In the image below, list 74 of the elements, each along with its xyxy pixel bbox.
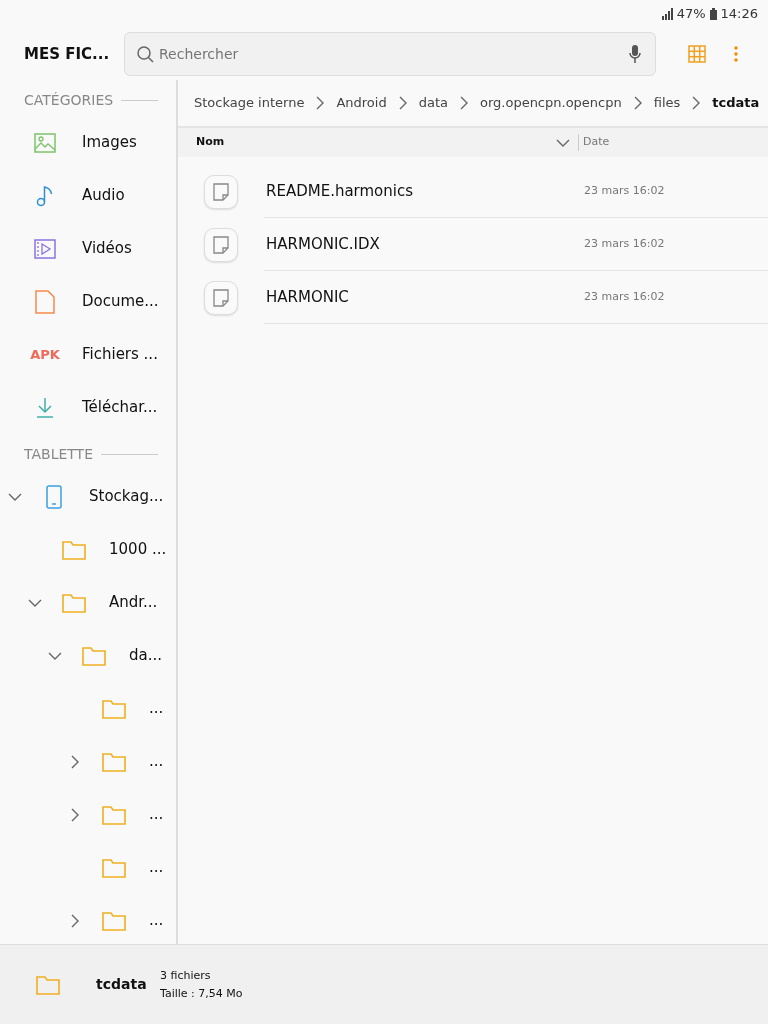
file-name: HARMONIC (265, 286, 350, 308)
more-menu-button[interactable] (734, 46, 738, 62)
file-date: 23 mars 16:02 (584, 182, 665, 199)
search-icon (136, 45, 154, 63)
chevron-right-icon (459, 96, 468, 110)
folder-icon (102, 857, 126, 878)
file-date: 23 mars 16:02 (584, 288, 665, 305)
folder-icon (36, 974, 60, 995)
image-icon (34, 132, 56, 153)
file-name: HARMONIC.IDX (265, 233, 381, 255)
file-count: 3 fichiers (160, 967, 212, 984)
battery-percent: 47% (676, 5, 706, 24)
column-header[interactable]: Date (578, 134, 610, 151)
file-icon (213, 288, 229, 307)
tree-item[interactable]: ... (0, 735, 176, 788)
tablet-icon (46, 484, 62, 509)
folder-icon (102, 804, 126, 825)
folder-icon (102, 698, 126, 719)
file-name: README.harmonics (265, 180, 415, 202)
app-title: MES FIC... (23, 43, 111, 65)
apk-icon: APK (30, 344, 60, 365)
clock: 14:26 (720, 5, 758, 24)
tree-item[interactable]: da... (0, 629, 176, 682)
chevron-right-icon (633, 96, 642, 110)
document-icon (35, 289, 55, 314)
chevron-down-icon (556, 138, 570, 147)
sidebar-item[interactable]: Docume... (0, 275, 176, 328)
file-icon (213, 235, 229, 254)
signal-icon (660, 8, 673, 20)
tree-item[interactable]: ... (0, 841, 176, 894)
file-date: 23 mars 16:02 (584, 235, 665, 252)
search-field[interactable]: Rechercher (124, 32, 656, 76)
section-heading: TABLETTE (24, 444, 93, 464)
folder-size: Taille : 7,54 Mo (160, 985, 243, 1002)
music-note-icon (36, 184, 54, 207)
chevron-right-icon (692, 96, 701, 110)
tree-item[interactable]: ... (0, 788, 176, 841)
section-heading: CATÉGORIES (24, 90, 114, 110)
folder-icon (62, 539, 86, 560)
breadcrumb-item[interactable]: Android (336, 93, 387, 113)
file-row[interactable]: README.harmonics 23 mars 16:02 (178, 165, 768, 218)
sidebar-item[interactable]: Téléchar... (0, 381, 176, 434)
folder-icon (82, 645, 106, 666)
grid-icon (688, 45, 706, 63)
breadcrumb-item[interactable]: tcdata (712, 93, 760, 113)
file-row[interactable]: HARMONIC.IDX 23 mars 16:02 (178, 218, 768, 271)
tree-item[interactable]: ... (0, 682, 176, 735)
tree-item[interactable]: Andr... (0, 576, 176, 629)
column-header[interactable]: Nom (178, 134, 578, 151)
breadcrumb-item[interactable]: org.opencpn.opencpn (479, 93, 622, 113)
video-icon (34, 238, 56, 259)
chevron-right-icon (398, 96, 407, 110)
sidebar-item[interactable]: APK Fichiers ... (0, 328, 176, 381)
breadcrumb-item[interactable]: Stockage interne (194, 93, 305, 113)
tree-item[interactable]: ... (0, 894, 176, 944)
download-icon (35, 396, 55, 419)
tree-item[interactable]: Stockag... (0, 470, 176, 523)
folder-name: tcdata (96, 975, 148, 994)
tree-item[interactable]: 1000 ... (0, 523, 176, 576)
sidebar-item[interactable]: Audio (0, 169, 176, 222)
folder-icon (102, 910, 126, 931)
breadcrumb-item[interactable]: data (418, 93, 448, 113)
file-row[interactable]: HARMONIC 23 mars 16:02 (178, 271, 768, 324)
breadcrumb-item[interactable]: files (653, 93, 681, 113)
chevron-right-icon (316, 96, 325, 110)
grid-view-button[interactable] (688, 45, 706, 63)
file-icon (213, 182, 229, 201)
battery-icon (709, 8, 717, 20)
folder-icon (62, 592, 86, 613)
sidebar-item[interactable]: Vidéos (0, 222, 176, 275)
folder-icon (102, 751, 126, 772)
sidebar-item[interactable]: Images (0, 116, 176, 169)
microphone-icon (628, 44, 642, 64)
more-icon (734, 46, 738, 62)
